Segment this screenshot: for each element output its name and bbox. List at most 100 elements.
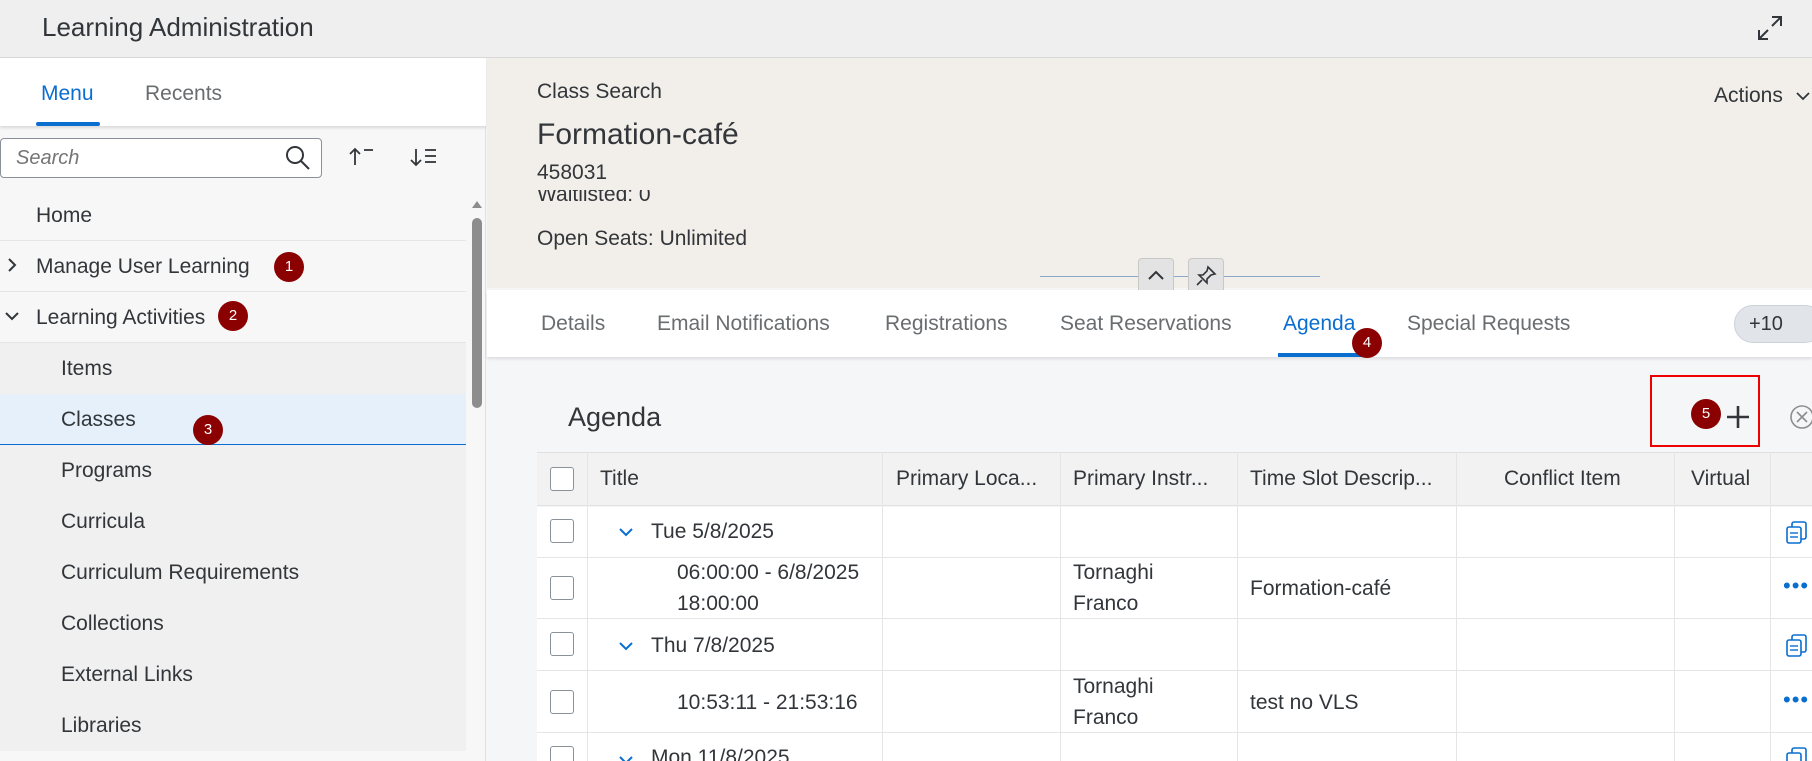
- sidebar-item-home[interactable]: Home: [0, 190, 466, 241]
- app-title: Learning Administration: [42, 12, 314, 42]
- sidebar-item-items[interactable]: Items: [0, 343, 466, 394]
- sidebar-item-curricula[interactable]: Curricula: [0, 496, 466, 547]
- column-header-primary-instructor[interactable]: Primary Instr...: [1073, 467, 1208, 491]
- column-header-title[interactable]: Title: [600, 467, 639, 491]
- row-checkbox[interactable]: [550, 690, 574, 714]
- column-separator: [1060, 452, 1061, 761]
- sidebar-item-label: Items: [61, 357, 113, 380]
- sidebar-item-libraries[interactable]: Libraries: [0, 700, 466, 751]
- more-tabs-label: +10: [1749, 313, 1783, 335]
- step-badge: 1: [274, 252, 304, 282]
- column-separator: [1674, 452, 1675, 761]
- row-checkbox[interactable]: [550, 519, 574, 543]
- instructor-name: Tornaghi: [1073, 561, 1154, 584]
- column-separator: [882, 452, 883, 761]
- group-date: Tue 5/8/2025: [651, 520, 774, 543]
- waitlisted-info: Waitlisted: 0: [537, 190, 651, 204]
- copy-icon[interactable]: [1784, 745, 1810, 761]
- sidebar-scrollbar[interactable]: [472, 218, 482, 408]
- column-header-time-slot-description[interactable]: Time Slot Descrip...: [1250, 467, 1432, 491]
- row-checkbox[interactable]: [550, 576, 574, 600]
- column-separator: [1456, 452, 1457, 761]
- search-icon[interactable]: [284, 144, 312, 172]
- instructor-name: Franco: [1073, 706, 1139, 729]
- select-all-checkbox[interactable]: [550, 467, 574, 491]
- add-icon[interactable]: [1725, 404, 1751, 430]
- chevron-down-icon: [1796, 92, 1810, 101]
- sidebar-item-collections[interactable]: Collections: [0, 598, 466, 649]
- sidebar-item-label: Learning Activities: [36, 306, 206, 329]
- header-divider: [1040, 276, 1320, 277]
- sort-descending-button[interactable]: [400, 140, 448, 176]
- group-date: Mon 11/8/2025: [651, 746, 790, 761]
- time-slot-title: 18:00:00: [677, 592, 759, 615]
- active-tab-indicator: [36, 122, 100, 126]
- clear-icon[interactable]: [1788, 403, 1812, 431]
- chevron-up-icon: [1148, 270, 1164, 280]
- sidebar-item-classes[interactable]: Classes: [0, 394, 466, 445]
- tab-menu[interactable]: Menu: [41, 82, 94, 106]
- object-header: [487, 58, 1812, 288]
- more-tabs-button[interactable]: +10: [1734, 305, 1812, 343]
- group-date: Thu 7/8/2025: [651, 634, 775, 657]
- sidebar-item-programs[interactable]: Programs: [0, 445, 466, 496]
- more-options-icon[interactable]: •••: [1783, 687, 1809, 713]
- sidebar-item-curriculum-requirements[interactable]: Curriculum Requirements: [0, 547, 466, 598]
- copy-icon[interactable]: [1784, 519, 1810, 545]
- scroll-up-icon[interactable]: [470, 198, 484, 210]
- collapse-header-button[interactable]: [1138, 258, 1174, 294]
- open-seats-info: Open Seats: Unlimited: [537, 227, 748, 250]
- sidebar-item-external-links[interactable]: External Links: [0, 649, 466, 700]
- sidebar-item-label: Collections: [61, 612, 164, 635]
- row-checkbox[interactable]: [550, 632, 574, 656]
- column-separator: [587, 452, 588, 761]
- sidebar-item-manage-user-learning[interactable]: Manage User Learning: [0, 241, 466, 292]
- column-separator: [1237, 452, 1238, 761]
- chevron-right-icon[interactable]: [4, 257, 20, 273]
- actions-menu[interactable]: Actions: [1714, 84, 1811, 108]
- sidebar-item-label: Curriculum Requirements: [61, 561, 300, 584]
- tab-agenda[interactable]: Agenda: [1283, 312, 1355, 336]
- step-badge: 4: [1352, 328, 1382, 358]
- tab-recents[interactable]: Recents: [145, 82, 222, 106]
- sidebar-item-label: Programs: [61, 459, 153, 482]
- tab-seat-reservations[interactable]: Seat Reservations: [1060, 312, 1232, 336]
- tab-special-requests[interactable]: Special Requests: [1407, 312, 1570, 336]
- pin-header-button[interactable]: [1188, 258, 1224, 294]
- actions-label: Actions: [1714, 84, 1783, 107]
- time-slot-description: Formation-café: [1250, 577, 1392, 600]
- sidebar-item-label: Curricula: [61, 510, 146, 533]
- sort-ascending-button[interactable]: [338, 140, 386, 176]
- pin-icon: [1196, 265, 1217, 286]
- column-header-primary-location[interactable]: Primary Loca...: [896, 467, 1037, 491]
- step-badge: 3: [193, 415, 223, 445]
- column-separator: [1770, 452, 1771, 761]
- instructor-name: Tornaghi: [1073, 675, 1154, 698]
- chevron-down-icon[interactable]: [4, 308, 20, 324]
- instructor-name: Franco: [1073, 592, 1139, 615]
- sidebar-item-label: Libraries: [61, 714, 142, 737]
- sidebar-item-label: External Links: [61, 663, 193, 686]
- copy-icon[interactable]: [1784, 632, 1810, 658]
- step-badge: 5: [1691, 399, 1721, 429]
- sort-list-icon: [410, 148, 436, 166]
- sort-ascending-icon: [349, 147, 373, 165]
- chevron-down-icon[interactable]: [617, 637, 635, 655]
- sidebar-item-label: Home: [36, 204, 93, 227]
- more-options-icon[interactable]: •••: [1783, 573, 1809, 599]
- active-tab-indicator: [1278, 353, 1362, 357]
- column-header-conflict-item[interactable]: Conflict Item: [1504, 467, 1621, 491]
- header-subtitle: Class Search: [537, 80, 662, 103]
- chevron-down-icon[interactable]: [617, 523, 635, 541]
- fullscreen-icon[interactable]: [1756, 14, 1784, 42]
- time-slot-description: test no VLS: [1250, 691, 1359, 714]
- chevron-down-icon[interactable]: [617, 751, 635, 761]
- row-checkbox[interactable]: [550, 746, 574, 761]
- tab-details[interactable]: Details: [541, 312, 605, 336]
- sidebar-item-label: Classes: [61, 408, 136, 431]
- search-input[interactable]: [16, 145, 266, 171]
- column-header-virtual[interactable]: Virtual: [1691, 467, 1750, 491]
- tab-email-notifications[interactable]: Email Notifications: [657, 312, 830, 336]
- step-badge: 2: [218, 301, 248, 331]
- tab-registrations[interactable]: Registrations: [885, 312, 1008, 336]
